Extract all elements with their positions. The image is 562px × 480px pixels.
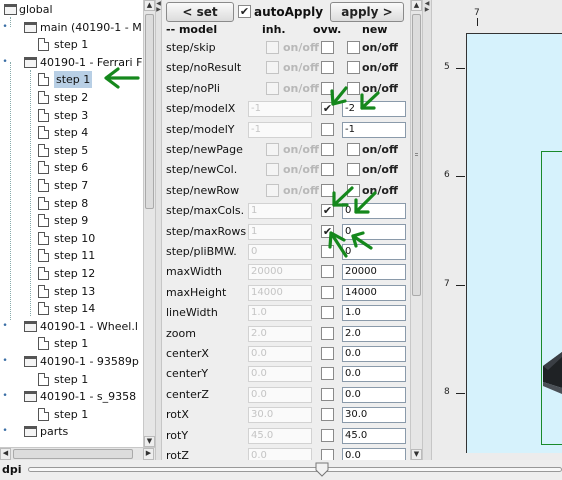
dpi-label: dpi [2,463,22,476]
arrow-icon [330,86,348,106]
arrow-icon [351,231,373,250]
dpi-bar: dpi [0,460,562,480]
arrow-icon [104,67,140,89]
arrow-icon [328,231,348,258]
arrow-icon [360,91,380,110]
dpi-slider-thumb[interactable] [314,461,330,477]
annotation-layer [104,67,380,258]
arrow-icon [332,186,354,207]
dpi-slider-track[interactable] [28,467,562,472]
arrow-icon [354,191,377,214]
